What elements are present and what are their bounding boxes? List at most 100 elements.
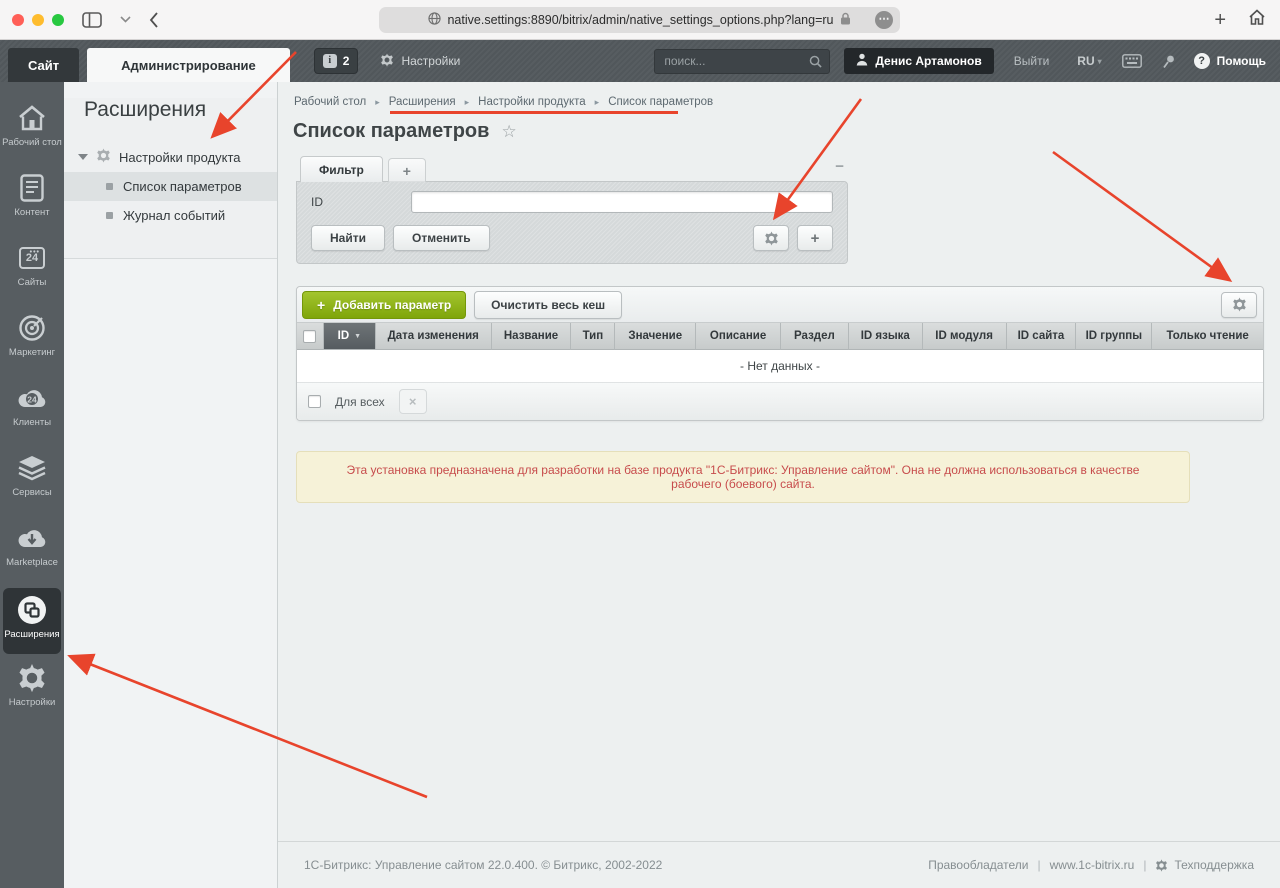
cloud-download-icon	[17, 522, 47, 554]
add-parameter-button[interactable]: + Добавить параметр	[302, 290, 467, 319]
user-menu-button[interactable]: Денис Артамонов	[844, 48, 994, 74]
hotkeys-icon[interactable]	[1121, 54, 1142, 68]
bitrix-site-link[interactable]: www.1c-bitrix.ru	[1050, 858, 1135, 872]
select-all-checkbox-cell[interactable]	[297, 323, 324, 350]
column-header-value[interactable]: Значение	[615, 323, 697, 350]
rights-link[interactable]: Правообладатели	[928, 858, 1028, 872]
column-header-date[interactable]: Дата изменения	[375, 323, 492, 350]
topbar-settings-button[interactable]: Настройки	[380, 52, 461, 70]
user-name: Денис Артамонов	[875, 54, 982, 68]
breadcrumb-desktop[interactable]: Рабочий стол	[294, 96, 366, 108]
breadcrumb: Рабочий стол ▸ Расширения ▸ Настройки пр…	[278, 82, 1280, 108]
cancel-button[interactable]: Отменить	[392, 225, 490, 251]
gear-icon	[17, 662, 47, 694]
support-link[interactable]: Техподдержка	[1155, 858, 1254, 872]
clear-cache-button[interactable]: Очистить весь кеш	[474, 290, 623, 319]
sidebar-item-label: Расширения	[4, 629, 60, 640]
copyright-text: 1С-Битрикс: Управление сайтом 22.0.400. …	[304, 858, 663, 872]
home-icon[interactable]	[1248, 9, 1266, 31]
tree-item-label: Журнал событий	[123, 208, 226, 223]
add-filter-field-button[interactable]: +	[797, 225, 833, 251]
sidebar-item-label: Marketplace	[6, 557, 58, 568]
sidebar-item-settings[interactable]: Настройки	[0, 656, 64, 726]
sidebar-item-marketplace[interactable]: Marketplace	[0, 516, 64, 586]
column-header-module-id[interactable]: ID модуля	[922, 323, 1007, 350]
help-button[interactable]: ? Помощь	[1193, 53, 1266, 69]
sidebar-item-sites[interactable]: ••• 24 Сайты	[0, 236, 64, 306]
page-settings-icon[interactable]: ⋯	[875, 11, 893, 29]
svg-text:24: 24	[27, 395, 37, 405]
favorite-star-icon[interactable]: ☆	[501, 122, 516, 142]
breadcrumb-extensions[interactable]: Расширения	[389, 96, 456, 108]
main-content: Рабочий стол ▸ Расширения ▸ Настройки пр…	[278, 82, 1280, 888]
chevron-down-icon[interactable]	[78, 154, 88, 160]
tree-item-parameter-list[interactable]: Список параметров	[64, 172, 277, 201]
filter-id-label: ID	[311, 195, 323, 209]
tab-administration[interactable]: Администрирование	[87, 48, 290, 82]
column-header-id[interactable]: ID ▼	[323, 323, 376, 350]
column-header-description[interactable]: Описание	[696, 323, 781, 350]
language-label: RU	[1077, 54, 1095, 68]
tree-item-event-log[interactable]: Журнал событий	[64, 201, 277, 230]
filter-settings-button[interactable]	[753, 225, 789, 251]
topbar-search[interactable]	[654, 48, 831, 74]
notification-icon: i	[322, 54, 337, 68]
sidebar-item-extensions[interactable]: Расширения	[3, 588, 61, 654]
minimize-window-button[interactable]	[32, 13, 44, 26]
sidebar-item-clients[interactable]: 24 Клиенты	[0, 376, 64, 446]
search-input[interactable]	[655, 54, 830, 68]
column-header-readonly[interactable]: Только чтение	[1152, 323, 1263, 350]
collapse-filter-button[interactable]: −	[835, 158, 844, 175]
sidebar-item-label: Контент	[14, 207, 50, 218]
filter-tab[interactable]: Фильтр	[300, 156, 383, 182]
tree-panel-title: Расширения	[84, 98, 207, 121]
search-icon	[809, 55, 823, 73]
breadcrumb-product-settings[interactable]: Настройки продукта	[478, 96, 586, 108]
back-button[interactable]	[149, 11, 159, 28]
column-header-type[interactable]: Тип	[571, 323, 616, 350]
notifications-button[interactable]: i 2	[313, 48, 359, 74]
column-header-group-id[interactable]: ID группы	[1076, 323, 1153, 350]
sidebar-item-services[interactable]: Сервисы	[0, 446, 64, 516]
address-bar[interactable]: native.settings:8890/bitrix/admin/native…	[379, 7, 900, 33]
zoom-window-button[interactable]	[52, 13, 64, 26]
language-selector[interactable]: RU ▾	[1077, 54, 1101, 68]
pin-icon[interactable]	[1162, 54, 1176, 69]
close-window-button[interactable]	[12, 13, 24, 26]
sidebar-item-content[interactable]: Контент	[0, 166, 64, 236]
find-button[interactable]: Найти	[311, 225, 385, 251]
home-icon	[17, 102, 47, 134]
breadcrumb-parameter-list[interactable]: Список параметров	[608, 96, 713, 108]
globe-icon	[428, 12, 442, 28]
select-all-checkbox[interactable]	[303, 329, 317, 343]
tree-panel: Расширения Настройки продукта Список пар…	[64, 82, 278, 888]
sidebar-toggle-icon[interactable]	[82, 11, 102, 28]
for-all-label: Для всех	[335, 394, 385, 409]
annotation-underline	[390, 111, 678, 114]
grid-settings-button[interactable]	[1221, 291, 1257, 318]
gear-icon	[96, 148, 111, 166]
logout-link[interactable]: Выйти	[1014, 54, 1050, 68]
plus-icon: +	[317, 296, 326, 313]
column-header-site-id[interactable]: ID сайта	[1006, 323, 1077, 350]
filter-id-input[interactable]	[411, 191, 833, 213]
sidebar-item-desktop[interactable]: Рабочий стол	[0, 96, 64, 166]
sidebar-item-marketing[interactable]: Маркетинг	[0, 306, 64, 376]
sidebar-item-label: Маркетинг	[8, 347, 56, 358]
new-tab-button[interactable]: +	[1214, 9, 1226, 32]
chevron-down-icon[interactable]	[120, 16, 131, 23]
clear-selection-button[interactable]: ×	[398, 389, 427, 414]
column-header-name[interactable]: Название	[491, 323, 572, 350]
add-filter-tab-button[interactable]: +	[387, 158, 426, 182]
chevron-down-icon: ▾	[1097, 56, 1102, 66]
for-all-checkbox[interactable]	[308, 395, 321, 408]
page-title: Список параметров	[293, 120, 490, 142]
tab-site[interactable]: Сайт	[8, 48, 80, 82]
gear-icon	[380, 52, 394, 70]
sidebar-item-label: Клиенты	[12, 417, 52, 428]
breadcrumb-separator: ▸	[594, 96, 600, 107]
column-header-section[interactable]: Раздел	[781, 323, 849, 350]
column-header-lang-id[interactable]: ID языка	[848, 323, 923, 350]
tree-group-product-settings[interactable]: Настройки продукта	[64, 142, 277, 172]
topbar-settings-label: Настройки	[401, 54, 461, 68]
